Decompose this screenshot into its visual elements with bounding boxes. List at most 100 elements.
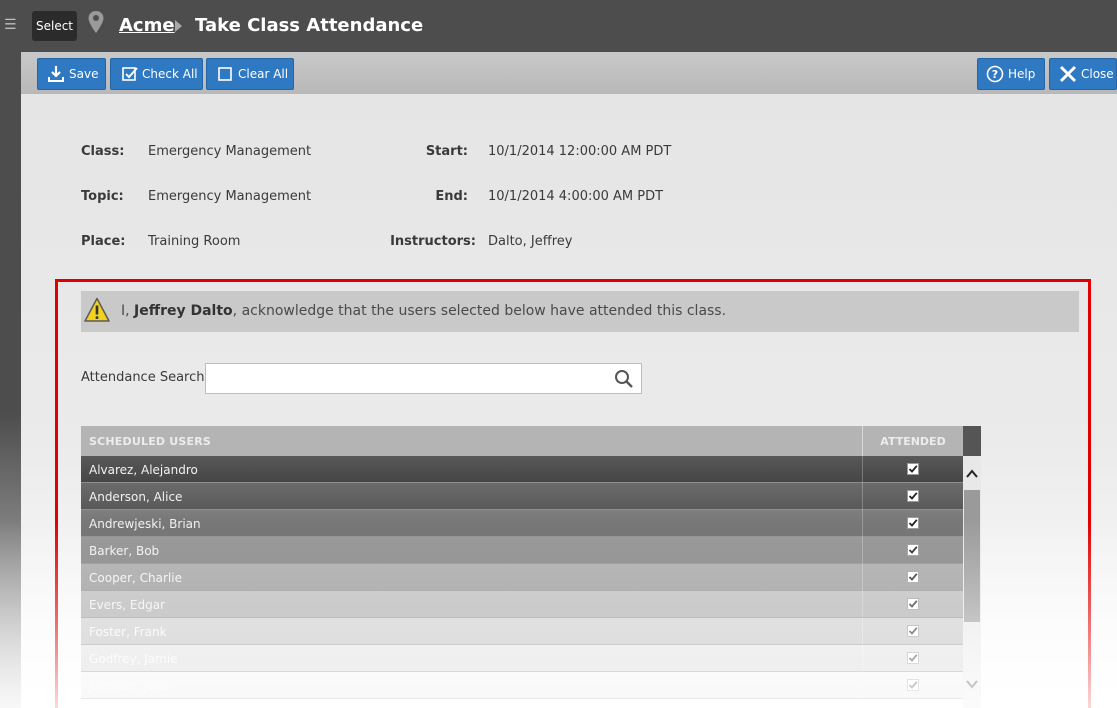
attended-checkbox[interactable] — [907, 490, 919, 502]
column-divider — [862, 618, 863, 645]
help-circle-icon: ? — [986, 65, 1004, 83]
attended-checkbox[interactable] — [907, 544, 919, 556]
user-name: Godfrey, Jamie — [89, 652, 178, 666]
column-divider — [862, 537, 863, 564]
topic-label: Topic: — [81, 189, 124, 204]
save-label: Save — [69, 67, 99, 81]
save-button[interactable]: Save — [37, 58, 106, 90]
instructors-value: Dalto, Jeffrey — [488, 234, 573, 249]
attendance-search-label: Attendance Search: — [81, 370, 209, 385]
user-name: Alvarez, Alejandro — [89, 463, 198, 477]
class-label: Class: — [81, 144, 125, 159]
checkmark-icon — [908, 600, 918, 608]
class-value: Emergency Management — [148, 144, 312, 159]
close-icon — [1059, 65, 1077, 83]
map-pin-icon[interactable] — [88, 11, 104, 35]
end-value: 10/1/2014 4:00:00 AM PDT — [488, 189, 664, 204]
hamburger-icon[interactable]: ☰ — [4, 16, 17, 34]
table-row[interactable]: Barker, Bob — [81, 537, 963, 564]
user-name: Johnson, Julie — [89, 679, 170, 693]
end-label: End: — [435, 189, 468, 204]
user-name: Barker, Bob — [89, 544, 160, 558]
scheduled-users-column-header[interactable]: SCHEDULED USERS — [89, 435, 211, 448]
chevron-down-icon[interactable] — [963, 676, 981, 692]
checkmark-icon — [908, 681, 918, 689]
column-divider — [862, 483, 863, 510]
column-divider — [862, 645, 863, 672]
attended-checkbox[interactable] — [907, 625, 919, 637]
column-divider — [862, 456, 863, 483]
select-button[interactable]: Select — [32, 11, 77, 41]
place-value: Training Room — [148, 234, 241, 249]
ack-suffix: , acknowledge that the users selected be… — [232, 303, 727, 319]
chevron-up-icon[interactable] — [963, 466, 981, 482]
user-name: Evers, Edgar — [89, 598, 165, 612]
scrollbar-thumb[interactable] — [964, 490, 980, 622]
checkmark-icon — [908, 492, 918, 500]
checkbox-empty-icon — [218, 67, 232, 81]
start-label: Start: — [425, 144, 468, 159]
table-row[interactable]: Evers, Edgar — [81, 591, 963, 618]
attended-column-header[interactable]: ATTENDED — [863, 435, 963, 448]
user-name: Anderson, Alice — [89, 490, 183, 504]
table-row[interactable]: Cooper, Charlie — [81, 564, 963, 591]
close-label: Close — [1081, 67, 1114, 81]
place-label: Place: — [81, 234, 126, 249]
column-divider — [862, 672, 863, 699]
check-all-label: Check All — [142, 67, 198, 81]
checkmark-icon — [908, 654, 918, 662]
grid-scrollbar[interactable] — [963, 456, 981, 708]
topic-value: Emergency Management — [148, 189, 312, 204]
checkmark-icon — [908, 465, 918, 473]
attended-checkbox[interactable] — [907, 517, 919, 529]
column-divider — [862, 510, 863, 537]
table-row[interactable]: Godfrey, Jamie — [81, 645, 963, 672]
page-title: Take Class Attendance — [195, 15, 424, 36]
acknowledgement-text: I, Jeffrey Dalto, acknowledge that the u… — [121, 302, 726, 320]
grid-header-corner — [963, 426, 981, 456]
search-icon[interactable] — [614, 369, 634, 389]
instructors-label: Instructors: — [390, 234, 476, 249]
checkmark-icon — [908, 546, 918, 554]
left-rail — [0, 52, 21, 708]
checkmark-icon — [908, 573, 918, 581]
attendance-grid: SCHEDULED USERS ATTENDED Alvarez, Alejan… — [81, 426, 981, 708]
chevron-right-icon — [175, 20, 182, 32]
user-name: Foster, Frank — [89, 625, 167, 639]
table-row[interactable]: Foster, Frank — [81, 618, 963, 645]
clear-all-label: Clear All — [238, 67, 289, 81]
svg-text:?: ? — [992, 68, 998, 81]
attendance-search-input[interactable] — [205, 363, 642, 394]
user-name: Cooper, Charlie — [89, 571, 182, 585]
checkmark-icon — [908, 627, 918, 635]
ack-instructor-name: Jeffrey Dalto — [134, 303, 233, 319]
user-name: Andrewjeski, Brian — [89, 517, 201, 531]
table-row[interactable]: Alvarez, Alejandro — [81, 456, 963, 483]
checkbox-checked-icon — [122, 67, 138, 81]
attended-checkbox[interactable] — [907, 571, 919, 583]
help-label: Help — [1008, 67, 1036, 81]
help-button[interactable]: ? Help — [977, 58, 1045, 90]
toolbar: Save Check All Clear All ? Help Close — [21, 52, 1117, 94]
close-button[interactable]: Close — [1049, 58, 1117, 90]
clear-all-button[interactable]: Clear All — [206, 58, 294, 90]
checkmark-icon — [908, 519, 918, 527]
attended-checkbox[interactable] — [907, 679, 919, 691]
column-divider — [862, 591, 863, 618]
column-divider — [862, 564, 863, 591]
attended-checkbox[interactable] — [907, 463, 919, 475]
attended-checkbox[interactable] — [907, 598, 919, 610]
breadcrumb-root-link[interactable]: Acme — [119, 14, 175, 38]
start-value: 10/1/2014 12:00:00 AM PDT — [488, 144, 672, 159]
table-row[interactable]: Andrewjeski, Brian — [81, 510, 963, 537]
attended-checkbox[interactable] — [907, 652, 919, 664]
table-row[interactable]: Johnson, Julie — [81, 672, 963, 699]
top-bar: ☰ Select Acme Take Class Attendance — [0, 0, 1117, 52]
warning-icon — [84, 297, 110, 322]
download-icon — [48, 66, 64, 82]
check-all-button[interactable]: Check All — [110, 58, 203, 90]
grid-rows: Alvarez, Alejandro Anderson, Alice Andrewj… — [81, 456, 963, 699]
ack-prefix: I, — [121, 303, 130, 319]
grid-header: SCHEDULED USERS ATTENDED — [81, 426, 963, 456]
table-row[interactable]: Anderson, Alice — [81, 483, 963, 510]
